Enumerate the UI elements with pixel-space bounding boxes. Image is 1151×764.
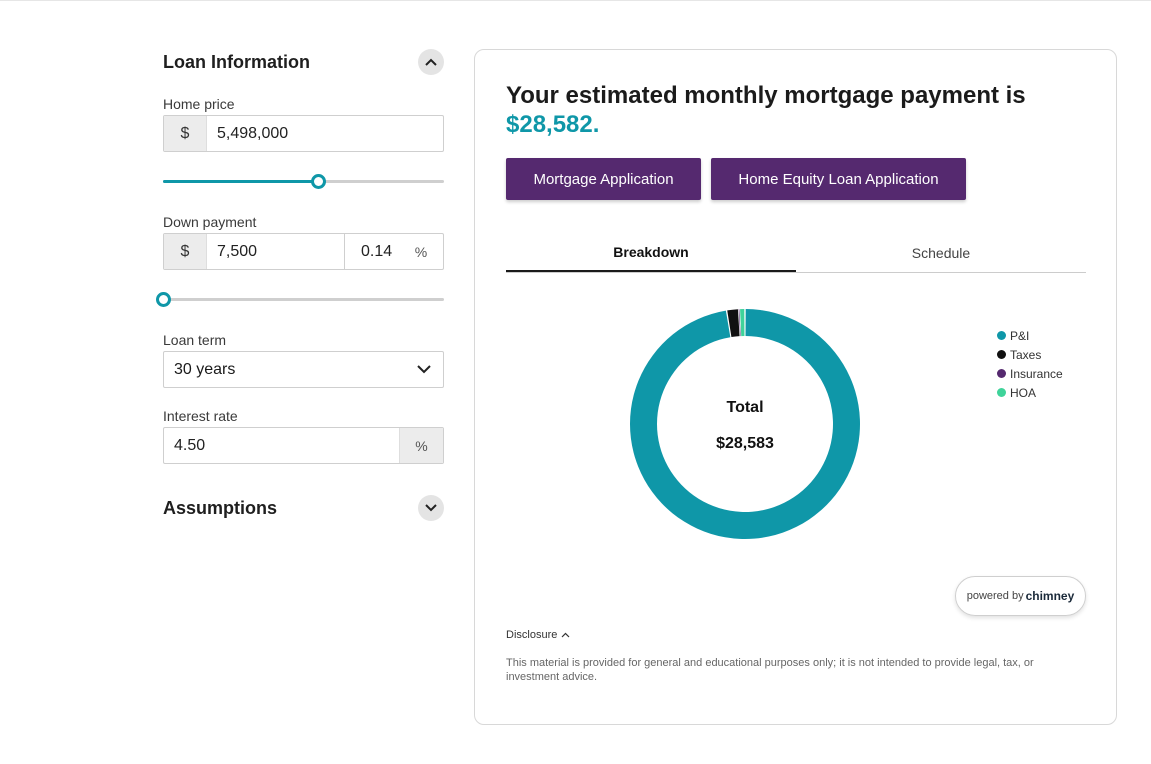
down-payment-slider[interactable] [156,292,444,307]
donut-center-label: Total [726,399,763,416]
home-price-label: Home price [163,96,235,112]
legend-item: HOA [997,383,1063,402]
chimney-logo: chimney [1025,589,1075,603]
chevron-up-icon [425,58,437,66]
slider-thumb[interactable] [156,292,171,307]
tab-schedule[interactable]: Schedule [796,233,1086,272]
chart-legend: P&I Taxes Insurance HOA [997,326,1063,402]
collapse-button[interactable] [418,49,444,75]
mortgage-application-button[interactable]: Mortgage Application [506,158,701,200]
legend-item: Insurance [997,364,1063,383]
legend-item: Taxes [997,345,1063,364]
currency-prefix: $ [164,234,207,269]
home-price-slider[interactable] [163,174,444,189]
results-card: Your estimated monthly mortgage payment … [474,49,1117,725]
chevron-down-icon [417,365,431,374]
loan-form: Loan Information Home price $ 5,498,000 … [156,48,444,522]
legend-label: Taxes [1010,347,1042,362]
powered-by-badge[interactable]: powered by chimney [955,576,1086,616]
percent-suffix: % [414,243,428,260]
legend-swatch [997,388,1006,397]
legend-swatch [997,331,1006,340]
donut-slice-pi[interactable] [630,309,860,539]
legend-swatch [997,350,1006,359]
legend-label: P&I [1010,328,1030,343]
percent-suffix: % [399,428,443,463]
disclosure-label: Disclosure [506,629,558,641]
down-payment-input[interactable]: 7,500 [207,234,344,269]
slider-fill [163,180,318,183]
disclosure-text: This material is provided for general an… [506,657,1034,683]
down-payment-field[interactable]: $ 7,500 0.14 % [163,233,444,270]
slider-track [163,298,444,301]
chevron-down-icon [425,504,437,512]
slider-thumb[interactable] [310,174,326,189]
loan-term-select[interactable]: 30 years [163,351,444,388]
loan-info-title: Loan Information [163,51,310,72]
loan-term-value: 30 years [174,360,236,378]
payment-donut-chart: Total $28,583 [630,309,860,539]
top-divider [0,0,1151,1]
tab-breakdown[interactable]: Breakdown [506,233,796,272]
disclosure-toggle[interactable]: Disclosure [506,629,570,641]
assumptions-header[interactable]: Assumptions [163,494,444,522]
legend-label: HOA [1010,385,1037,400]
interest-rate-label: Interest rate [163,408,238,424]
donut-slice-hoa[interactable] [740,309,745,337]
interest-rate-field[interactable]: 4.50 % [163,427,444,464]
down-payment-label: Down payment [163,214,257,230]
legend-swatch [997,369,1006,378]
loan-term-label: Loan term [163,332,227,348]
currency-prefix: $ [164,116,207,151]
assumptions-title: Assumptions [163,497,278,518]
home-price-field[interactable]: $ 5,498,000 [163,115,444,152]
home-equity-loan-application-button[interactable]: Home Equity Loan Application [711,158,966,200]
chevron-up-icon [561,632,570,638]
payment-headline: Your estimated monthly mortgage payment … [506,82,1026,109]
legend-label: Insurance [1010,366,1063,381]
payment-amount: $28,582. [506,111,600,138]
donut-center-value: $28,583 [716,435,774,452]
loan-info-header[interactable]: Loan Information [163,48,444,76]
expand-button[interactable] [418,495,444,521]
interest-rate-input[interactable]: 4.50 [164,428,399,463]
legend-item: P&I [997,326,1063,345]
powered-by-text: powered by [966,590,1024,602]
results-tabs: Breakdown Schedule [506,233,1086,273]
down-payment-percent-input[interactable]: 0.14 [344,234,399,269]
home-price-input[interactable]: 5,498,000 [207,116,443,151]
